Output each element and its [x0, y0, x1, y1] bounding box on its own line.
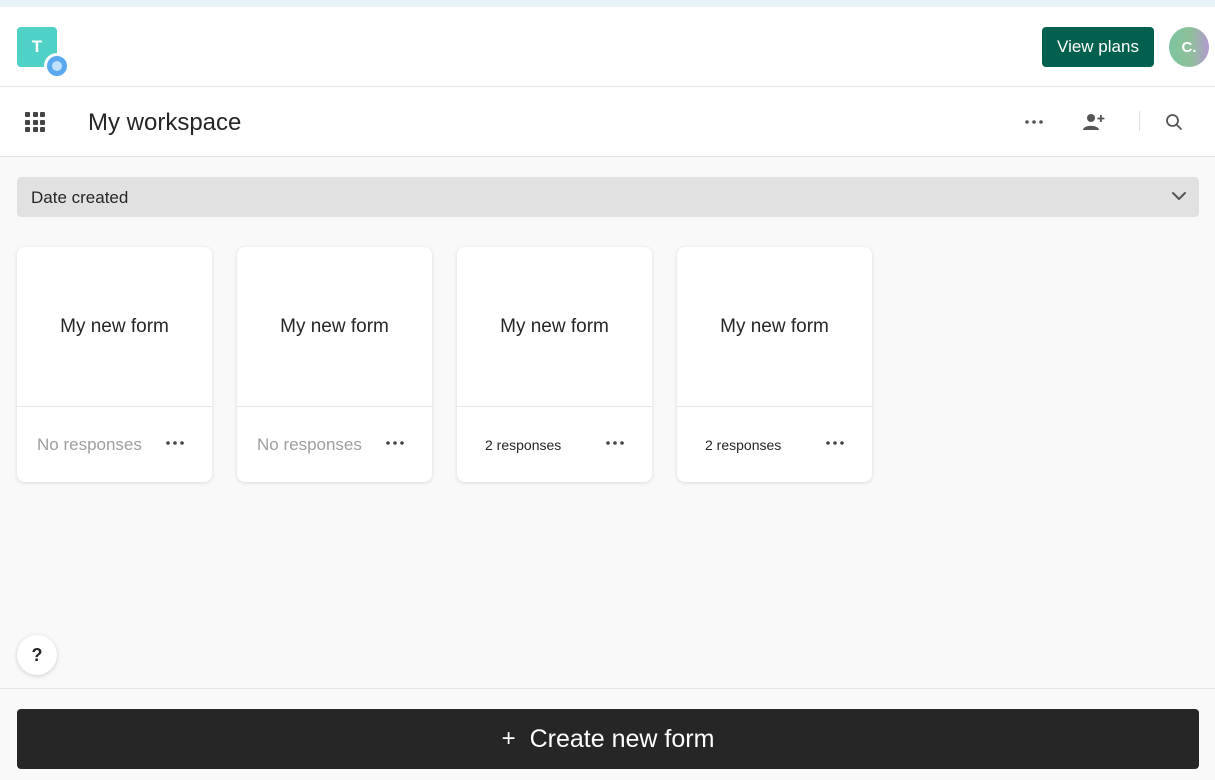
form-card[interactable]: My new form No responses [17, 247, 212, 482]
response-count: No responses [257, 435, 362, 454]
add-person-icon [1083, 114, 1105, 130]
form-title: My new form [457, 247, 652, 407]
form-more-button[interactable] [817, 431, 853, 455]
top-strip [0, 0, 1215, 7]
form-title: My new form [237, 247, 432, 407]
view-plans-button[interactable]: View plans [1042, 27, 1154, 67]
form-card[interactable]: My new form 2 responses [677, 247, 872, 482]
search-button[interactable] [1156, 107, 1192, 137]
help-icon: ? [31, 644, 43, 665]
top-bar: T View plans C. [0, 7, 1215, 87]
more-icon [606, 441, 624, 445]
workspace-sub-icon [44, 53, 70, 79]
bottom-divider [0, 688, 1215, 689]
form-more-button[interactable] [377, 431, 413, 455]
sort-dropdown[interactable]: Date created [17, 177, 1199, 217]
create-new-form-label: Create new form [529, 724, 715, 753]
form-card[interactable]: My new form 2 responses [457, 247, 652, 482]
response-count: No responses [37, 435, 142, 454]
response-count: 2 responses [705, 437, 782, 453]
form-title: My new form [677, 247, 872, 407]
sort-label: Date created [31, 188, 129, 207]
form-title: My new form [17, 247, 212, 407]
create-new-form-button[interactable]: + Create new form [17, 709, 1199, 769]
more-options-button[interactable] [1016, 107, 1052, 137]
page-title: My workspace [88, 109, 242, 136]
form-more-button[interactable] [597, 431, 633, 455]
more-icon [386, 441, 404, 445]
plus-icon: + [501, 725, 516, 752]
workspace-toolbar: My workspace [0, 87, 1215, 157]
more-icon [1025, 120, 1043, 124]
search-icon [1166, 114, 1182, 130]
avatar-initial: C. [1181, 38, 1197, 56]
more-icon [166, 441, 184, 445]
workspace-initial: T [31, 37, 43, 56]
avatar[interactable]: C. [1169, 27, 1209, 67]
form-card[interactable]: My new form No responses [237, 247, 432, 482]
chevron-down-icon [1172, 192, 1186, 200]
form-more-button[interactable] [157, 431, 193, 455]
more-icon [826, 441, 844, 445]
toolbar-divider [1139, 111, 1140, 131]
help-button[interactable]: ? [17, 635, 57, 675]
share-button[interactable] [1076, 107, 1112, 137]
apps-grid-icon[interactable] [25, 112, 45, 132]
response-count: 2 responses [485, 437, 562, 453]
